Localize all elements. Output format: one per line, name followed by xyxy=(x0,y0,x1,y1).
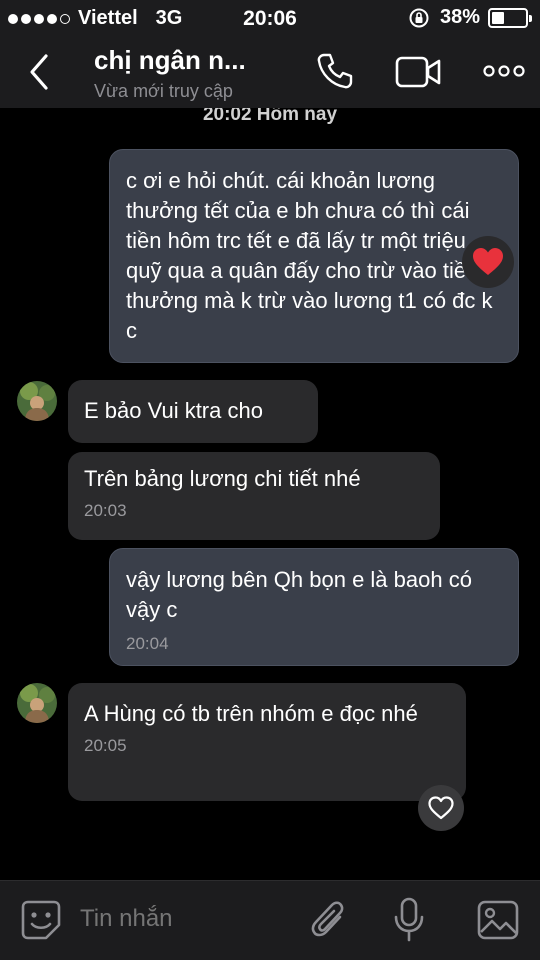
incoming-message[interactable]: Trên bảng lương chi tiết nhé 20:03 xyxy=(68,452,440,540)
message-text: Trên bảng lương chi tiết nhé xyxy=(84,466,361,491)
incoming-message[interactable]: A Hùng có tb trên nhóm e đọc nhé 20:05 xyxy=(68,683,466,801)
status-right: 38% xyxy=(408,6,532,29)
message-time: 20:04 xyxy=(126,634,169,653)
phone-icon[interactable] xyxy=(314,50,356,92)
message-text: A Hùng có tb trên nhóm e đọc nhé xyxy=(84,701,418,726)
rotation-lock-icon xyxy=(409,8,429,27)
avatar-image xyxy=(17,381,57,421)
chat-header: chị ngân n... Vừa mới truy cập xyxy=(0,36,540,108)
chat-area[interactable]: 20:02 Hôm nay c ơi e hỏi chút. cái khoản… xyxy=(0,108,540,880)
message-time: 20:03 xyxy=(84,501,127,520)
video-call-icon[interactable] xyxy=(394,52,442,92)
contact-avatar[interactable] xyxy=(17,683,57,723)
heart-outline-icon xyxy=(428,796,454,820)
more-options-icon[interactable] xyxy=(482,60,526,82)
contact-status: Vừa mới truy cập xyxy=(94,81,233,101)
status-bar: Viettel 3G 20:06 38% xyxy=(0,0,540,36)
battery-level xyxy=(492,11,505,24)
battery-percent: 38% xyxy=(439,6,480,28)
message-text: vậy lương bên Qh bọn e là baoh có vậy c xyxy=(126,567,472,622)
heart-reaction[interactable] xyxy=(462,236,514,288)
back-button[interactable] xyxy=(22,50,56,94)
message-time: 20:05 xyxy=(84,736,127,755)
message-input[interactable] xyxy=(80,901,290,937)
contact-avatar[interactable] xyxy=(17,381,57,421)
incoming-message[interactable]: E bảo Vui ktra cho xyxy=(68,380,318,443)
microphone-icon[interactable] xyxy=(392,897,426,943)
avatar-image xyxy=(17,683,57,723)
gallery-icon[interactable] xyxy=(476,899,520,941)
outgoing-message[interactable]: vậy lương bên Qh bọn e là baoh có vậy c … xyxy=(109,548,519,666)
battery-icon xyxy=(488,7,532,28)
date-separator: 20:02 Hôm nay xyxy=(202,108,338,125)
add-reaction-button[interactable] xyxy=(418,785,464,831)
attachment-icon[interactable] xyxy=(310,899,348,943)
heart-icon xyxy=(473,248,503,275)
contact-name[interactable]: chị ngân n... xyxy=(94,45,246,76)
sticker-icon[interactable] xyxy=(20,899,62,941)
message-text: c ơi e hỏi chút. cái khoản lương thưởng … xyxy=(126,168,493,343)
message-text: E bảo Vui ktra cho xyxy=(84,398,263,423)
message-input-bar xyxy=(0,880,540,960)
outgoing-message[interactable]: c ơi e hỏi chút. cái khoản lương thưởng … xyxy=(109,149,519,363)
